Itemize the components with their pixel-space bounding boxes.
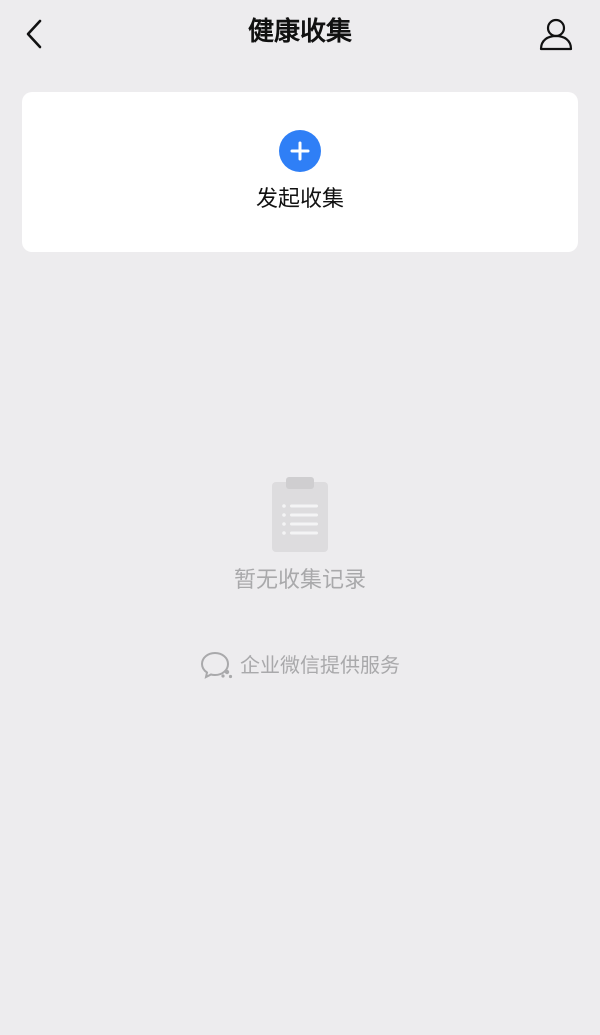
nav-bar: 健康收集	[0, 0, 600, 68]
footer-text: 企业微信提供服务	[240, 653, 400, 677]
service-provider-note: 企业微信提供服务	[0, 648, 600, 682]
chevron-left-icon	[26, 19, 42, 49]
back-button[interactable]	[18, 16, 50, 52]
empty-state-message: 暂无收集记录	[233, 568, 366, 593]
profile-button[interactable]	[536, 14, 576, 54]
plus-circle-icon	[279, 130, 321, 172]
wecom-logo-icon	[200, 651, 233, 679]
page-title: 健康收集	[247, 17, 352, 47]
clipboard-icon	[272, 477, 328, 552]
person-icon	[539, 18, 573, 51]
start-collection-label: 发起收集	[255, 187, 344, 212]
start-collection-card[interactable]: 发起收集	[22, 92, 578, 252]
